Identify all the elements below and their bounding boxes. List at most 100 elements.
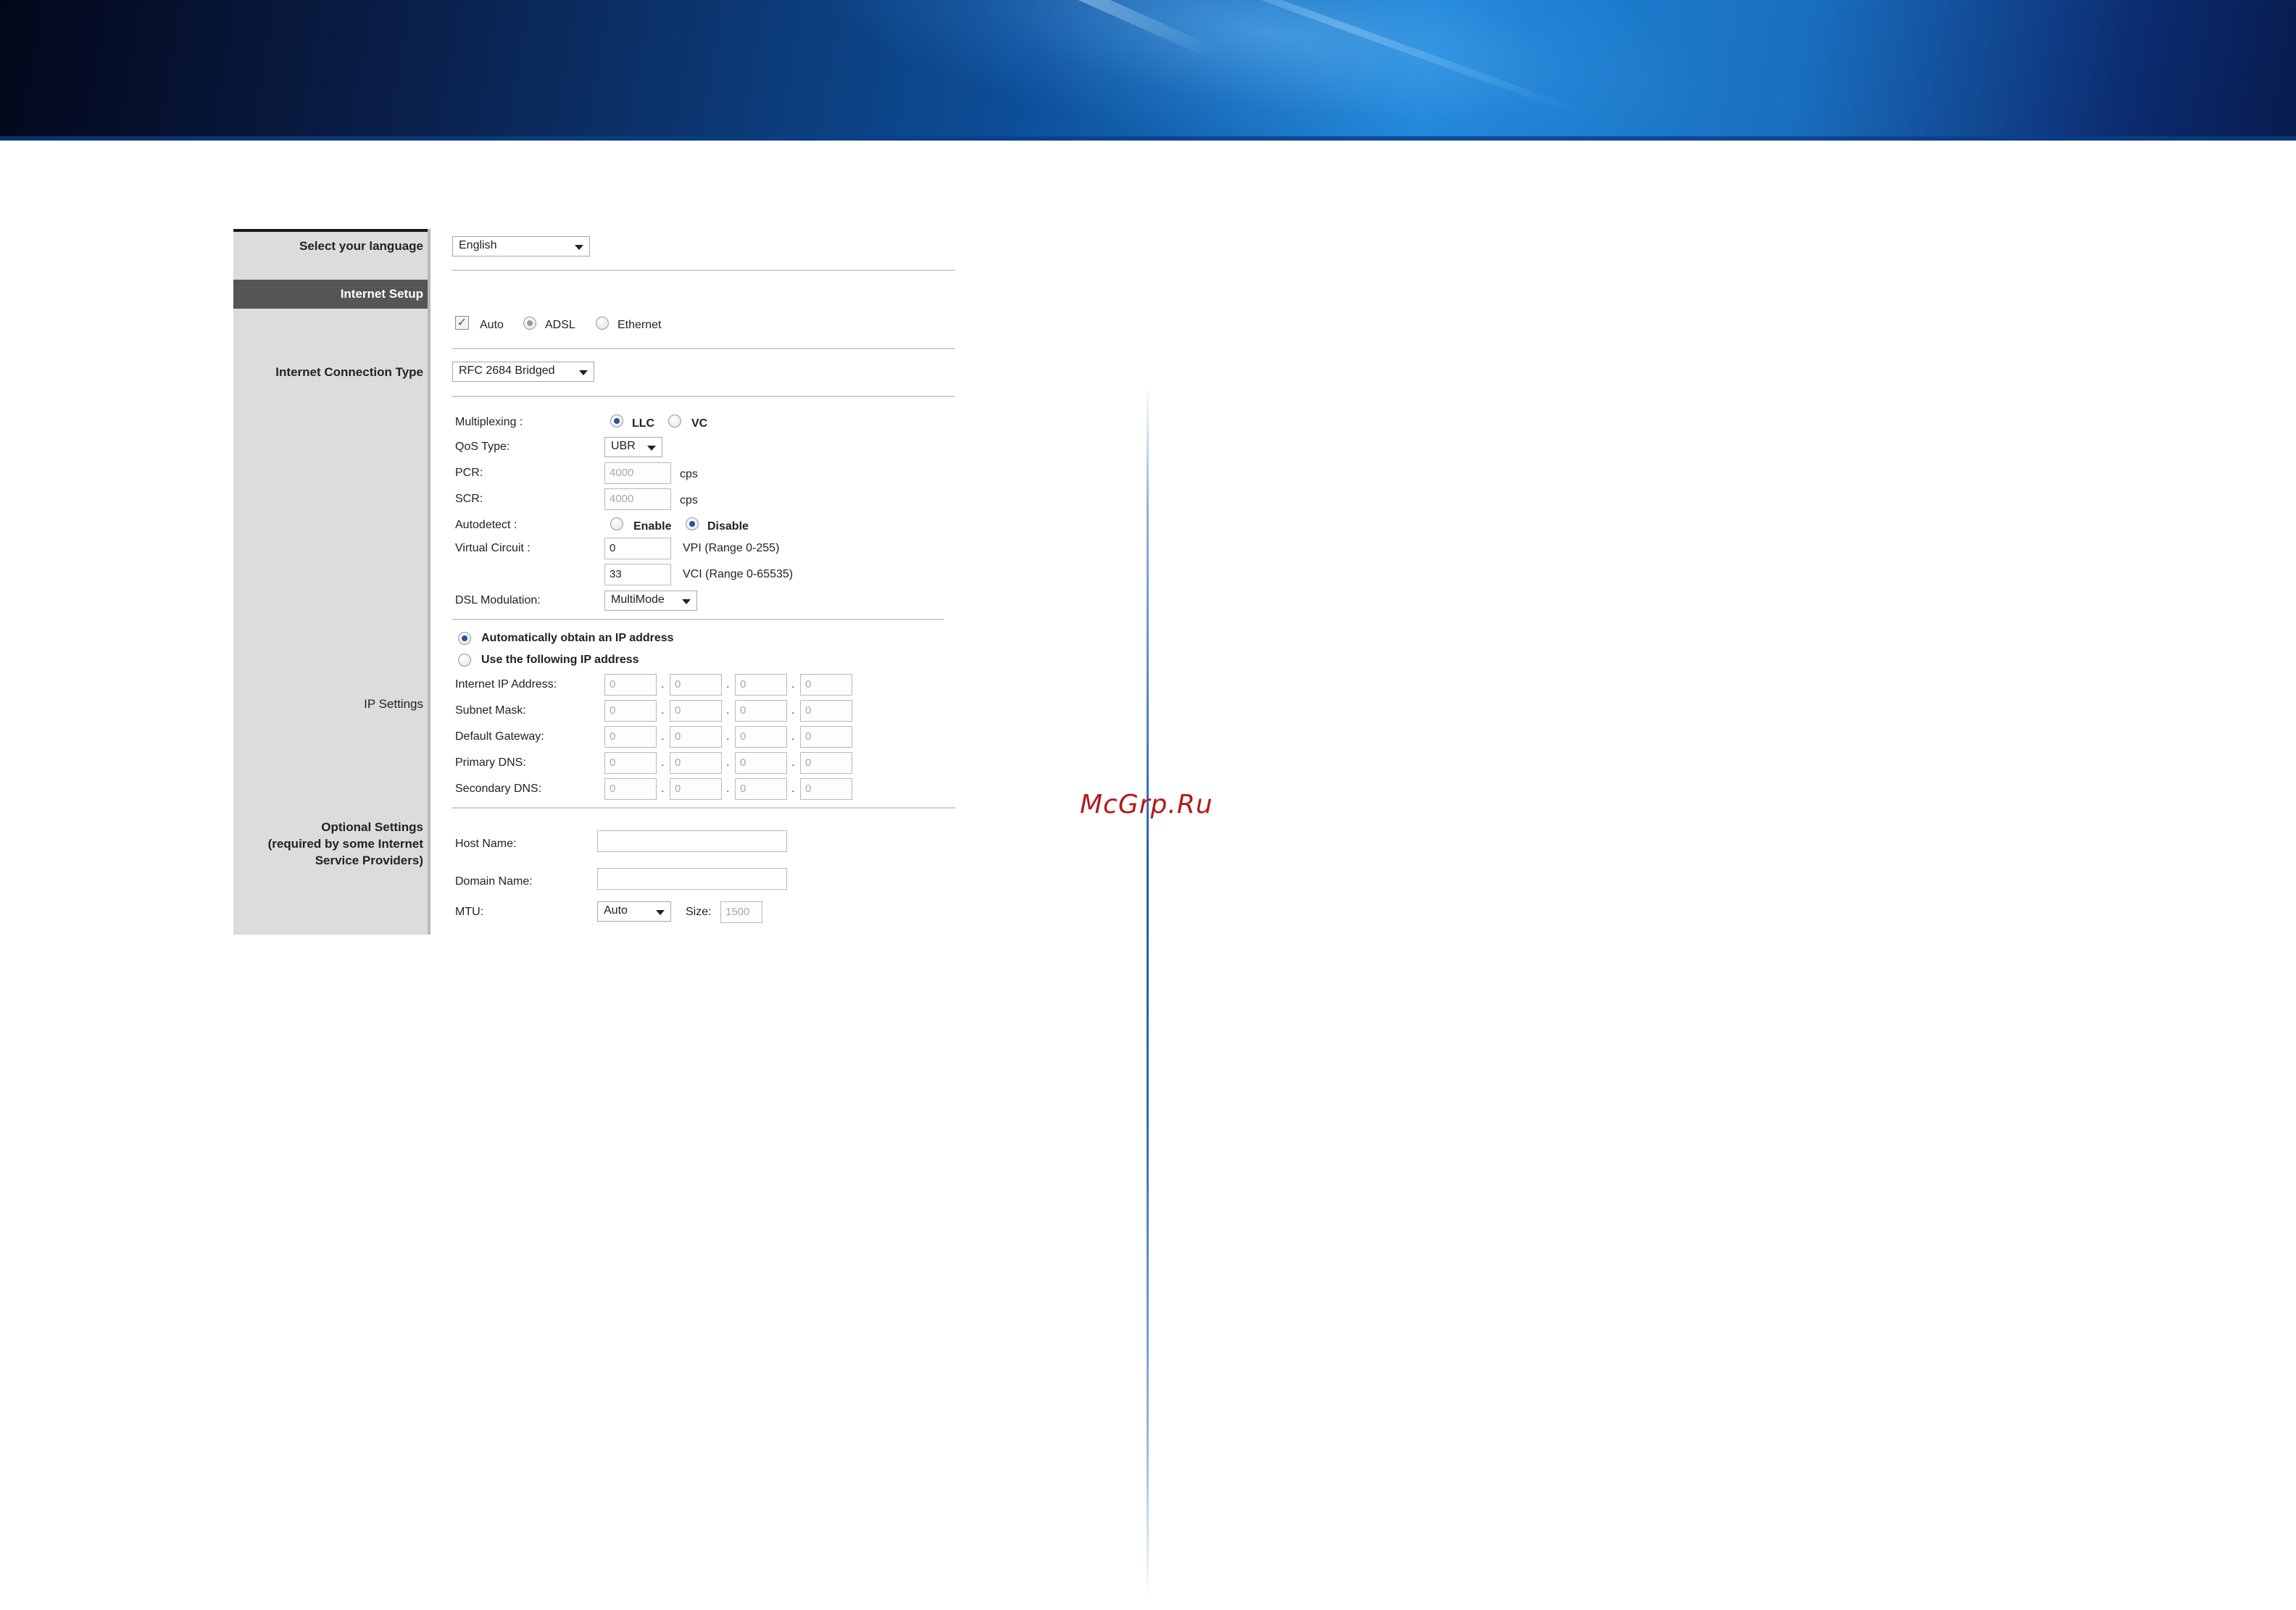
ip-octet-separator: . — [661, 704, 665, 717]
pcr-input[interactable]: 4000 — [604, 462, 671, 484]
label-panel-cap — [233, 229, 428, 232]
ip-octet-input[interactable]: 0 — [735, 752, 787, 774]
scr-input[interactable]: 4000 — [604, 488, 671, 510]
banner-edge — [0, 136, 2296, 141]
ip-octet-separator: . — [791, 730, 795, 743]
qos-type-select[interactable]: UBR — [604, 437, 662, 457]
optional-line-3: Service Providers) — [315, 854, 423, 867]
ip-row-label: Default Gateway: — [455, 730, 544, 743]
scr-unit: cps — [680, 494, 698, 506]
ip-row-label: Secondary DNS: — [455, 783, 542, 795]
multiplexing-label: Multiplexing : — [455, 416, 523, 428]
ip-static-label: Use the following IP address — [481, 654, 639, 666]
host-name-input[interactable] — [597, 830, 787, 852]
chevron-down-icon — [575, 245, 583, 250]
ip-octet-input[interactable]: 0 — [670, 778, 722, 800]
ip-octet-input[interactable]: 0 — [604, 778, 657, 800]
mtu-value: Auto — [604, 904, 628, 917]
autodetect-label: Autodetect : — [455, 519, 517, 531]
vc-label: VC — [691, 417, 708, 430]
dsl-modulation-select[interactable]: MultiMode — [604, 591, 697, 611]
ip-octet-input[interactable]: 0 — [800, 674, 852, 696]
pcr-unit: cps — [680, 468, 698, 480]
auto-checkbox[interactable]: ✓ — [455, 316, 469, 330]
ip-octet-input[interactable]: 0 — [735, 674, 787, 696]
chevron-down-icon — [656, 910, 665, 915]
label-ip-settings: IP Settings — [364, 697, 423, 711]
ip-row-label: Primary DNS: — [455, 756, 526, 769]
autodetect-enable-radio[interactable] — [610, 517, 623, 530]
ip-octet-input[interactable]: 0 — [735, 700, 787, 722]
ip-octet-input[interactable]: 0 — [604, 674, 657, 696]
connection-type-select[interactable]: RFC 2684 Bridged — [452, 362, 594, 382]
mtu-select[interactable]: Auto — [597, 901, 671, 922]
ip-auto-label: Automatically obtain an IP address — [481, 632, 674, 644]
ip-octet-input[interactable]: 0 — [735, 778, 787, 800]
ip-static-radio[interactable] — [458, 654, 471, 667]
divider — [452, 807, 955, 809]
vpi-input[interactable]: 0 — [604, 538, 671, 559]
autodetect-disable-label: Disable — [707, 520, 749, 533]
ip-octet-separator: . — [661, 678, 665, 691]
ip-octet-input[interactable]: 0 — [800, 726, 852, 748]
llc-radio[interactable] — [610, 414, 623, 427]
qos-type-value: UBR — [611, 440, 636, 452]
ip-octet-separator: . — [661, 756, 665, 769]
language-select-value: English — [459, 239, 497, 251]
ethernet-radio[interactable] — [596, 317, 609, 330]
panel-separator — [428, 229, 430, 935]
autodetect-disable-radio[interactable] — [686, 517, 699, 530]
language-select[interactable]: English — [452, 236, 590, 256]
qos-type-label: QoS Type: — [455, 441, 510, 453]
ip-row-label: Subnet Mask: — [455, 704, 526, 717]
llc-label: LLC — [632, 417, 655, 430]
ip-octet-input[interactable]: 0 — [604, 752, 657, 774]
vc-radio[interactable] — [668, 414, 681, 427]
adsl-radio[interactable] — [523, 317, 536, 330]
ip-octet-separator: . — [661, 783, 665, 795]
ip-octet-input[interactable]: 0 — [604, 700, 657, 722]
label-select-language: Select your language — [299, 239, 423, 253]
ip-octet-separator: . — [791, 756, 795, 769]
ip-octet-input[interactable]: 0 — [670, 726, 722, 748]
router-setup-screenshot: Select your language Internet Setup Inte… — [233, 229, 962, 935]
ip-octet-input[interactable]: 0 — [670, 700, 722, 722]
vpi-range: VPI (Range 0-255) — [683, 542, 780, 554]
ip-octet-input[interactable]: 0 — [604, 726, 657, 748]
ip-octet-separator: . — [791, 678, 795, 691]
dsl-modulation-label: DSL Modulation: — [455, 594, 541, 606]
mtu-size-input[interactable]: 1500 — [720, 901, 762, 923]
divider — [452, 348, 955, 349]
header-banner — [0, 0, 2296, 141]
pcr-label: PCR: — [455, 467, 483, 479]
scr-label: SCR: — [455, 493, 483, 505]
autodetect-enable-label: Enable — [633, 520, 672, 533]
ip-auto-radio[interactable] — [458, 632, 471, 645]
ip-row-label: Internet IP Address: — [455, 678, 557, 691]
chevron-down-icon — [579, 370, 588, 375]
domain-name-label: Domain Name: — [455, 875, 533, 888]
adsl-label: ADSL — [545, 319, 575, 331]
domain-name-input[interactable] — [597, 868, 787, 890]
divider — [452, 270, 955, 271]
ip-octet-input[interactable]: 0 — [670, 674, 722, 696]
virtual-circuit-label: Virtual Circuit : — [455, 542, 531, 554]
ip-octet-separator: . — [791, 704, 795, 717]
ip-octet-input[interactable]: 0 — [800, 778, 852, 800]
ip-octet-input[interactable]: 0 — [735, 726, 787, 748]
vci-input[interactable]: 33 — [604, 564, 671, 585]
ip-octet-input[interactable]: 0 — [800, 700, 852, 722]
optional-line-2: (required by some Internet — [267, 837, 423, 851]
ip-octet-input[interactable]: 0 — [670, 752, 722, 774]
ip-octet-input[interactable]: 0 — [800, 752, 852, 774]
divider — [452, 396, 955, 397]
host-name-label: Host Name: — [455, 838, 517, 850]
mtu-size-label: Size: — [686, 906, 712, 918]
mtu-label: MTU: — [455, 906, 484, 918]
ip-octet-separator: . — [726, 756, 730, 769]
ip-octet-separator: . — [726, 678, 730, 691]
banner-glow — [785, 0, 1752, 141]
ip-octet-separator: . — [661, 730, 665, 743]
ethernet-label: Ethernet — [617, 319, 662, 331]
connection-type-value: RFC 2684 Bridged — [459, 364, 555, 377]
